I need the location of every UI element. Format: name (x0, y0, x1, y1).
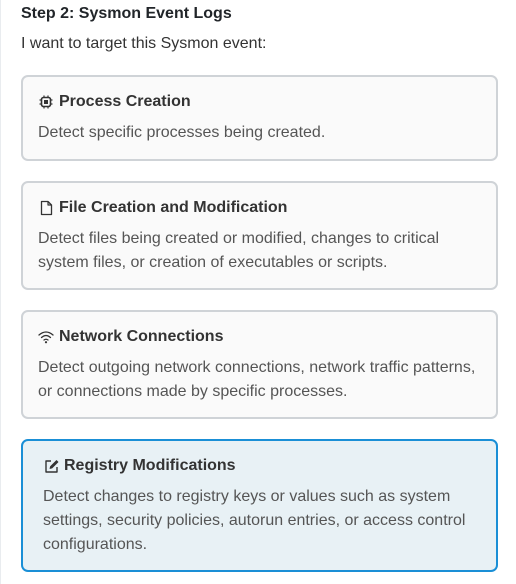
step-title: Step 2: Sysmon Event Logs (21, 5, 232, 22)
edit-icon (43, 458, 59, 474)
option-description: Detect specific processes being created. (38, 124, 326, 141)
option-header: Network Connections (38, 326, 481, 348)
step-subtitle: I want to target this Sysmon event: (21, 35, 267, 52)
option-process-creation[interactable]: Process Creation Detect specific process… (21, 75, 498, 161)
left-divider (0, 0, 1, 584)
option-file-creation[interactable]: File Creation and Modification Detect fi… (21, 181, 498, 290)
option-network-connections[interactable]: Network Connections Detect outgoing netw… (21, 310, 498, 419)
option-title: File Creation and Modification (59, 199, 288, 216)
cpu-icon (38, 94, 54, 110)
option-description: Detect outgoing network connections, net… (38, 359, 476, 400)
sysmon-step-panel: Step 2: Sysmon Event Logs I want to targ… (0, 0, 516, 584)
option-title: Registry Modifications (64, 457, 236, 474)
wifi-icon (38, 329, 54, 345)
option-registry-modifications[interactable]: Registry Modifications Detect changes to… (21, 439, 498, 572)
option-title: Network Connections (59, 328, 224, 345)
option-description: Detect files being created or modified, … (38, 230, 440, 271)
option-header: Registry Modifications (43, 455, 481, 477)
option-header: Process Creation (38, 91, 481, 113)
file-icon (38, 200, 54, 216)
option-description: Detect changes to registry keys or value… (43, 488, 466, 553)
option-title: Process Creation (59, 93, 191, 110)
option-header: File Creation and Modification (38, 197, 481, 219)
